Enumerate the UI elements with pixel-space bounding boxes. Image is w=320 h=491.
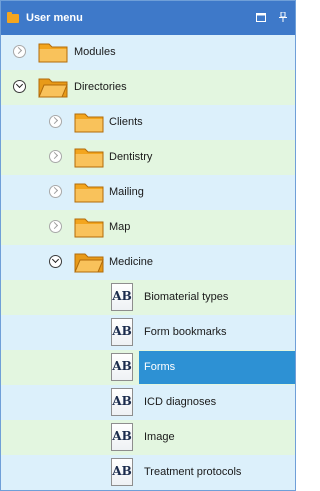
tree-node-label: ICD diagnoses bbox=[144, 396, 217, 408]
tree-node-label: Treatment protocols bbox=[144, 466, 242, 478]
tree-node-label: Image bbox=[144, 431, 175, 443]
tree-node-label: Biomaterial types bbox=[144, 291, 229, 303]
report-icon: AB bbox=[111, 318, 133, 346]
open-folder-icon bbox=[74, 253, 104, 273]
open-folder-icon bbox=[38, 78, 68, 98]
tree-node-biomaterial-types[interactable]: AB Biomaterial types bbox=[1, 280, 295, 315]
tree-node-medicine[interactable]: Medicine bbox=[1, 245, 295, 280]
tree-node-label: Mailing bbox=[109, 186, 144, 198]
expand-icon[interactable] bbox=[13, 45, 26, 58]
expand-icon[interactable] bbox=[49, 220, 62, 233]
tree-node-label: Clients bbox=[109, 116, 143, 128]
user-menu-panel: User menu Modules Directories Clients De… bbox=[0, 0, 296, 491]
expand-icon[interactable] bbox=[49, 185, 62, 198]
folder-icon bbox=[7, 11, 19, 23]
header-buttons bbox=[255, 11, 289, 23]
tree-node-label: Modules bbox=[74, 46, 116, 58]
tree-node-label: Directories bbox=[74, 81, 127, 93]
collapse-icon[interactable] bbox=[13, 80, 26, 93]
restore-icon[interactable] bbox=[255, 11, 267, 23]
tree-node-label: Map bbox=[109, 221, 131, 233]
folder-icon bbox=[74, 218, 104, 238]
panel-header: User menu bbox=[1, 1, 295, 35]
tree-node-label: Forms bbox=[144, 361, 176, 373]
tree-node-label: Dentistry bbox=[109, 151, 153, 163]
tree-node-modules[interactable]: Modules bbox=[1, 35, 295, 70]
report-icon: AB bbox=[111, 388, 133, 416]
folder-icon bbox=[74, 148, 104, 168]
tree-node-icd-diagnoses[interactable]: AB ICD diagnoses bbox=[1, 385, 295, 420]
tree-node-dentistry[interactable]: Dentistry bbox=[1, 140, 295, 175]
report-icon: AB bbox=[111, 353, 133, 381]
tree-node-mailing[interactable]: Mailing bbox=[1, 175, 295, 210]
tree-node-directories[interactable]: Directories bbox=[1, 70, 295, 105]
tree-node-treatment-protocols[interactable]: AB Treatment protocols bbox=[1, 455, 295, 490]
tree-node-label: Medicine bbox=[109, 256, 154, 268]
tree-node-image[interactable]: AB Image bbox=[1, 420, 295, 455]
report-icon: AB bbox=[111, 423, 133, 451]
tree-node-label: Form bookmarks bbox=[144, 326, 227, 338]
expand-icon[interactable] bbox=[49, 150, 62, 163]
tree-view: Modules Directories Clients Dentistry Ma… bbox=[1, 35, 295, 490]
report-icon: AB bbox=[111, 283, 133, 311]
folder-icon bbox=[74, 183, 104, 203]
pin-icon[interactable] bbox=[277, 11, 289, 23]
expand-icon[interactable] bbox=[49, 115, 62, 128]
tree-node-map[interactable]: Map bbox=[1, 210, 295, 245]
tree-node-forms[interactable]: AB Forms bbox=[1, 350, 295, 385]
report-icon: AB bbox=[111, 458, 133, 486]
folder-icon bbox=[74, 113, 104, 133]
panel-title: User menu bbox=[26, 12, 83, 24]
tree-node-form-bookmarks[interactable]: AB Form bookmarks bbox=[1, 315, 295, 350]
collapse-icon[interactable] bbox=[49, 255, 62, 268]
tree-node-clients[interactable]: Clients bbox=[1, 105, 295, 140]
folder-icon bbox=[38, 43, 68, 63]
